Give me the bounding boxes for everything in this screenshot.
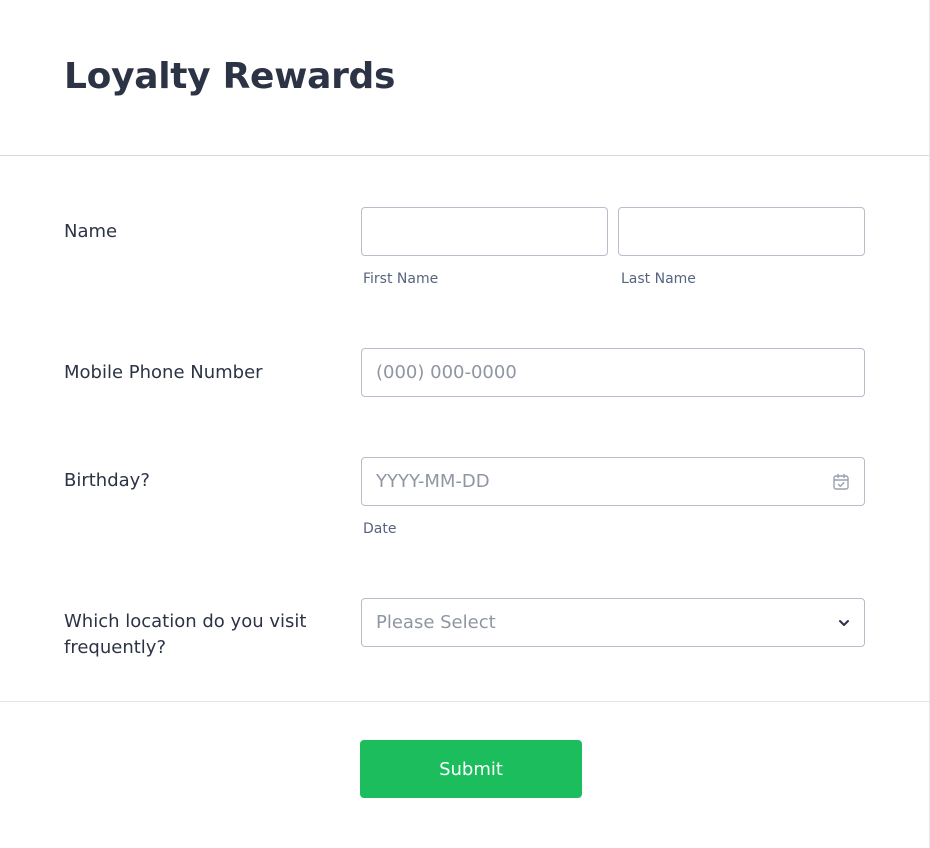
last-name-input[interactable] <box>619 208 864 255</box>
location-select-value: Please Select <box>376 612 496 633</box>
birthday-sublabel: Date <box>363 521 397 537</box>
form-header: Loyalty Rewards <box>0 0 929 156</box>
calendar-icon[interactable] <box>832 473 850 491</box>
first-name-sublabel: First Name <box>363 271 439 287</box>
first-name-field[interactable] <box>361 207 608 256</box>
chevron-down-icon <box>839 620 849 626</box>
page-title: Loyalty Rewards <box>64 56 396 97</box>
footer-divider <box>0 701 930 702</box>
phone-label: Mobile Phone Number <box>64 362 263 383</box>
last-name-field[interactable] <box>618 207 865 256</box>
phone-input[interactable] <box>362 349 864 396</box>
first-name-input[interactable] <box>362 208 607 255</box>
birthday-label: Birthday? <box>64 470 150 491</box>
name-label: Name <box>64 221 118 242</box>
last-name-sublabel: Last Name <box>621 271 696 287</box>
birthday-field[interactable] <box>361 457 865 506</box>
birthday-input[interactable] <box>362 458 864 505</box>
location-select[interactable]: Please Select <box>361 598 865 647</box>
submit-button[interactable]: Submit <box>360 740 582 798</box>
phone-field[interactable] <box>361 348 865 397</box>
location-label: Which location do you visit frequently? <box>64 611 307 658</box>
form-page: Loyalty Rewards Name First Name Last Nam… <box>0 0 930 848</box>
